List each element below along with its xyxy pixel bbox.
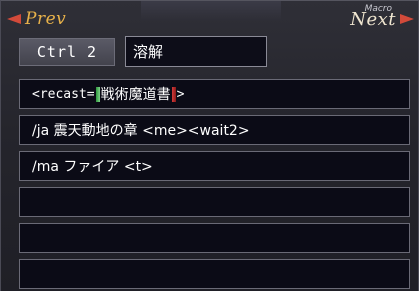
prev-label: Prev	[25, 9, 67, 29]
autotranslate-open-icon	[95, 86, 100, 102]
macro-line-1[interactable]: <recast= 戦術魔道書 >	[19, 79, 410, 109]
autotranslate-close-icon	[171, 86, 176, 102]
line-3-text: /ma ファイア <t>	[32, 159, 153, 175]
window-top-ornament	[141, 1, 281, 21]
line-1-suffix: >	[176, 86, 185, 102]
line-2-text: /ja 震天動地の章 <me><wait2>	[32, 123, 250, 139]
right-arrow-icon	[400, 14, 414, 24]
macro-name-field[interactable]: 溶解	[125, 36, 267, 67]
next-button[interactable]: Macro Next	[350, 4, 414, 31]
macro-editor-window: Prev Macro Next Ctrl 2 溶解 <recast= 戦術魔道書…	[0, 0, 419, 291]
macro-set-ctrl-label: Ctrl 2	[19, 38, 115, 66]
macro-line-2[interactable]: /ja 震天動地の章 <me><wait2>	[19, 115, 410, 145]
line-1-prefix: <recast=	[32, 86, 95, 102]
macro-label: Macro	[364, 4, 392, 14]
left-arrow-icon	[7, 14, 21, 24]
autotranslate-term: 戦術魔道書	[100, 87, 171, 103]
prev-button[interactable]: Prev	[7, 7, 66, 31]
macro-line-3[interactable]: /ma ファイア <t>	[19, 151, 410, 181]
macro-line-5[interactable]	[19, 223, 410, 253]
macro-line-6[interactable]	[19, 259, 410, 289]
macro-line-4[interactable]	[19, 187, 410, 217]
